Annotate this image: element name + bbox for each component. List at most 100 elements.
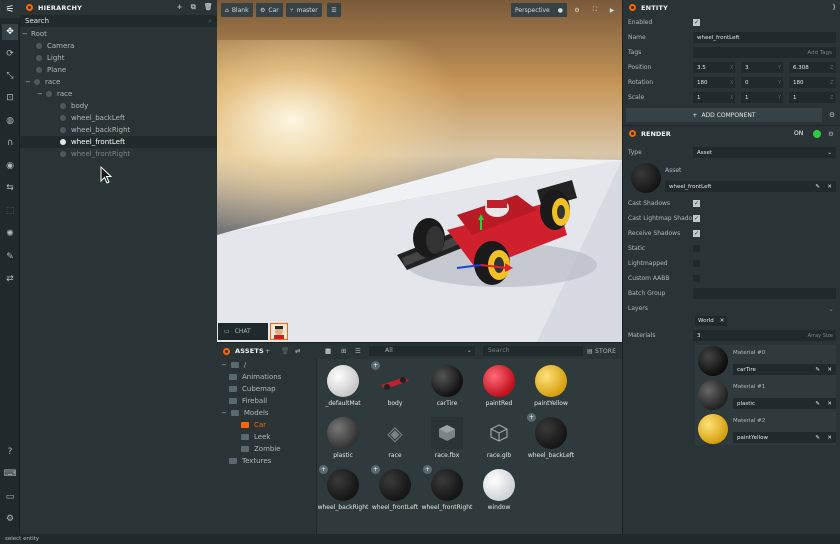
redo-icon[interactable]: ⇆ [2,180,18,196]
asset-tile[interactable]: window [473,469,525,511]
folder-animations[interactable]: Animations [229,371,281,383]
folder-models[interactable]: − Models [221,407,269,419]
edit-icon[interactable]: ✎ [815,401,820,407]
asset-search-input[interactable]: Search [483,346,583,356]
close-icon[interactable]: ✕ [827,435,832,441]
folder-cubemap[interactable]: Cubemap [229,383,276,395]
scale-icon[interactable]: ⤡ [2,68,18,84]
help-icon[interactable]: ? [2,444,18,460]
material-field[interactable]: carTire ✎ ✕ [733,364,836,375]
tree-item-body[interactable]: body [60,100,88,112]
fullscreen-button[interactable]: ⛶ [588,3,602,17]
grid-large-icon[interactable]: ▦ [325,347,331,355]
expand-model-icon[interactable]: + [319,465,328,474]
folder-car[interactable]: Car [241,419,266,431]
blank-button[interactable]: ⌂ Blank [221,3,253,17]
entity-settings-icon[interactable]: ⚙ [825,108,839,122]
expand-model-icon[interactable]: + [527,413,536,422]
cast-lightmap-checkbox[interactable]: ✓ [693,215,700,222]
tags-field[interactable]: Add Tags [693,47,836,58]
material-field[interactable]: plastic ✎ ✕ [733,398,836,409]
rotation-x-field[interactable]: 180 [693,77,735,88]
move-icon[interactable]: ✥ [2,24,18,40]
add-asset-icon[interactable]: + [265,347,271,355]
eye-icon[interactable]: ◉ [2,158,18,174]
folder-fireball[interactable]: Fireball [229,395,267,407]
collapse-icon[interactable]: − [37,90,43,98]
custom-aabb-checkbox[interactable] [693,275,700,282]
edit-icon[interactable]: ✎ [815,367,820,373]
duplicate-icon[interactable]: ⧉ [191,3,196,12]
edit-icon[interactable]: ✎ [815,435,820,441]
light-icon[interactable]: ✺ [2,226,18,242]
chat-icon[interactable]: ▭ [2,489,18,505]
tree-item-plane[interactable]: Plane [36,64,66,76]
folder-zombie[interactable]: Zombie [241,443,281,455]
car-scene-button[interactable]: ⚙ Car [256,3,283,17]
remove-layer-icon[interactable]: ✕ [720,318,725,324]
asset-filter-select[interactable]: All ⌄ [369,346,475,356]
refresh-icon[interactable]: ⇄ [295,347,301,355]
name-field[interactable]: wheel_frontLeft [693,32,836,43]
branch-button[interactable]: ⑂ master [286,3,322,17]
playcanvas-logo-icon[interactable]: ⚟ [0,0,20,18]
asset-tile[interactable]: carTire [421,365,473,407]
close-icon[interactable]: ✕ [827,184,832,190]
tree-item-wheel-backleft[interactable]: wheel_backLeft [60,112,125,124]
asset-tile[interactable]: paintRed [473,365,525,407]
folder-textures[interactable]: Textures [229,455,271,467]
list-view-icon[interactable]: ☰ [355,347,361,355]
edit-icon[interactable]: ✎ [2,249,18,265]
tree-item-wheel-backright[interactable]: wheel_backRight [60,124,130,136]
rotation-y-field[interactable]: 0 [741,77,783,88]
asset-tile[interactable]: body [369,365,421,407]
asset-tile[interactable]: race.glb [473,417,525,459]
keyboard-icon[interactable]: ⌨ [2,466,18,482]
lightmapped-checkbox[interactable] [693,260,700,267]
tree-item-race-child[interactable]: − race [37,88,72,100]
position-y-field[interactable]: 3 [741,62,783,73]
asset-field[interactable]: wheel_frontLeft ✎ ✕ [665,181,836,192]
batch-group-select[interactable] [693,288,836,299]
expand-model-icon[interactable]: + [371,361,380,370]
render-enabled-icon[interactable] [813,129,821,138]
edit-icon[interactable]: ✎ [815,184,820,190]
asset-tile[interactable]: wheel_backLeft [525,417,577,459]
tree-item-light[interactable]: Light [36,52,64,64]
launch-button[interactable]: ▶ [605,3,619,17]
position-z-field[interactable]: 6.308 [789,62,836,73]
rotation-z-field[interactable]: 180 [789,77,836,88]
receive-shadows-checkbox[interactable]: ✓ [693,230,700,237]
close-icon[interactable]: ✕ [827,401,832,407]
tree-item-camera[interactable]: Camera [36,40,74,52]
scale-y-field[interactable]: 1 [741,92,783,103]
settings-button[interactable]: ⚙ [570,3,584,17]
asset-tile[interactable]: wheel_frontLeft [369,469,421,511]
chevron-down-icon[interactable]: ⌄ [828,305,834,313]
tree-item-wheel-frontleft[interactable]: wheel_frontLeft [20,136,217,148]
asset-tile[interactable]: race.fbx [421,417,473,459]
world-icon[interactable]: ◍ [2,113,18,129]
store-button[interactable]: ▤ STORE [587,348,616,355]
position-x-field[interactable]: 3.5 [693,62,735,73]
hierarchy-search-input[interactable]: Search ⌕ [20,15,217,27]
scale-z-field[interactable]: 1 [789,92,836,103]
rotate-icon[interactable]: ⟳ [2,46,18,62]
collapse-icon[interactable]: − [221,361,227,369]
collapse-icon[interactable]: − [221,409,227,417]
close-icon[interactable]: ✕ [827,367,832,373]
folder-leek[interactable]: Leek [241,431,270,443]
collapse-panel-icon[interactable]: ⟩ [833,3,836,11]
asset-tile[interactable]: wheel_frontRight [421,469,473,511]
settings-icon[interactable]: ⚙ [2,511,18,527]
asset-tile[interactable]: wheel_backRight [317,469,369,511]
collapse-icon[interactable]: − [25,78,31,86]
asset-tile[interactable]: _defaultMat [317,365,369,407]
resize-icon[interactable]: ⊡ [2,90,18,106]
folder-root[interactable]: − / [221,359,246,371]
cast-shadows-checkbox[interactable]: ✓ [693,200,700,207]
asset-tile[interactable]: paintYellow [525,365,577,407]
render-toggle-label[interactable]: ON [794,130,803,137]
static-checkbox[interactable] [693,245,700,252]
camera-select[interactable]: Perspective ● [511,3,567,17]
